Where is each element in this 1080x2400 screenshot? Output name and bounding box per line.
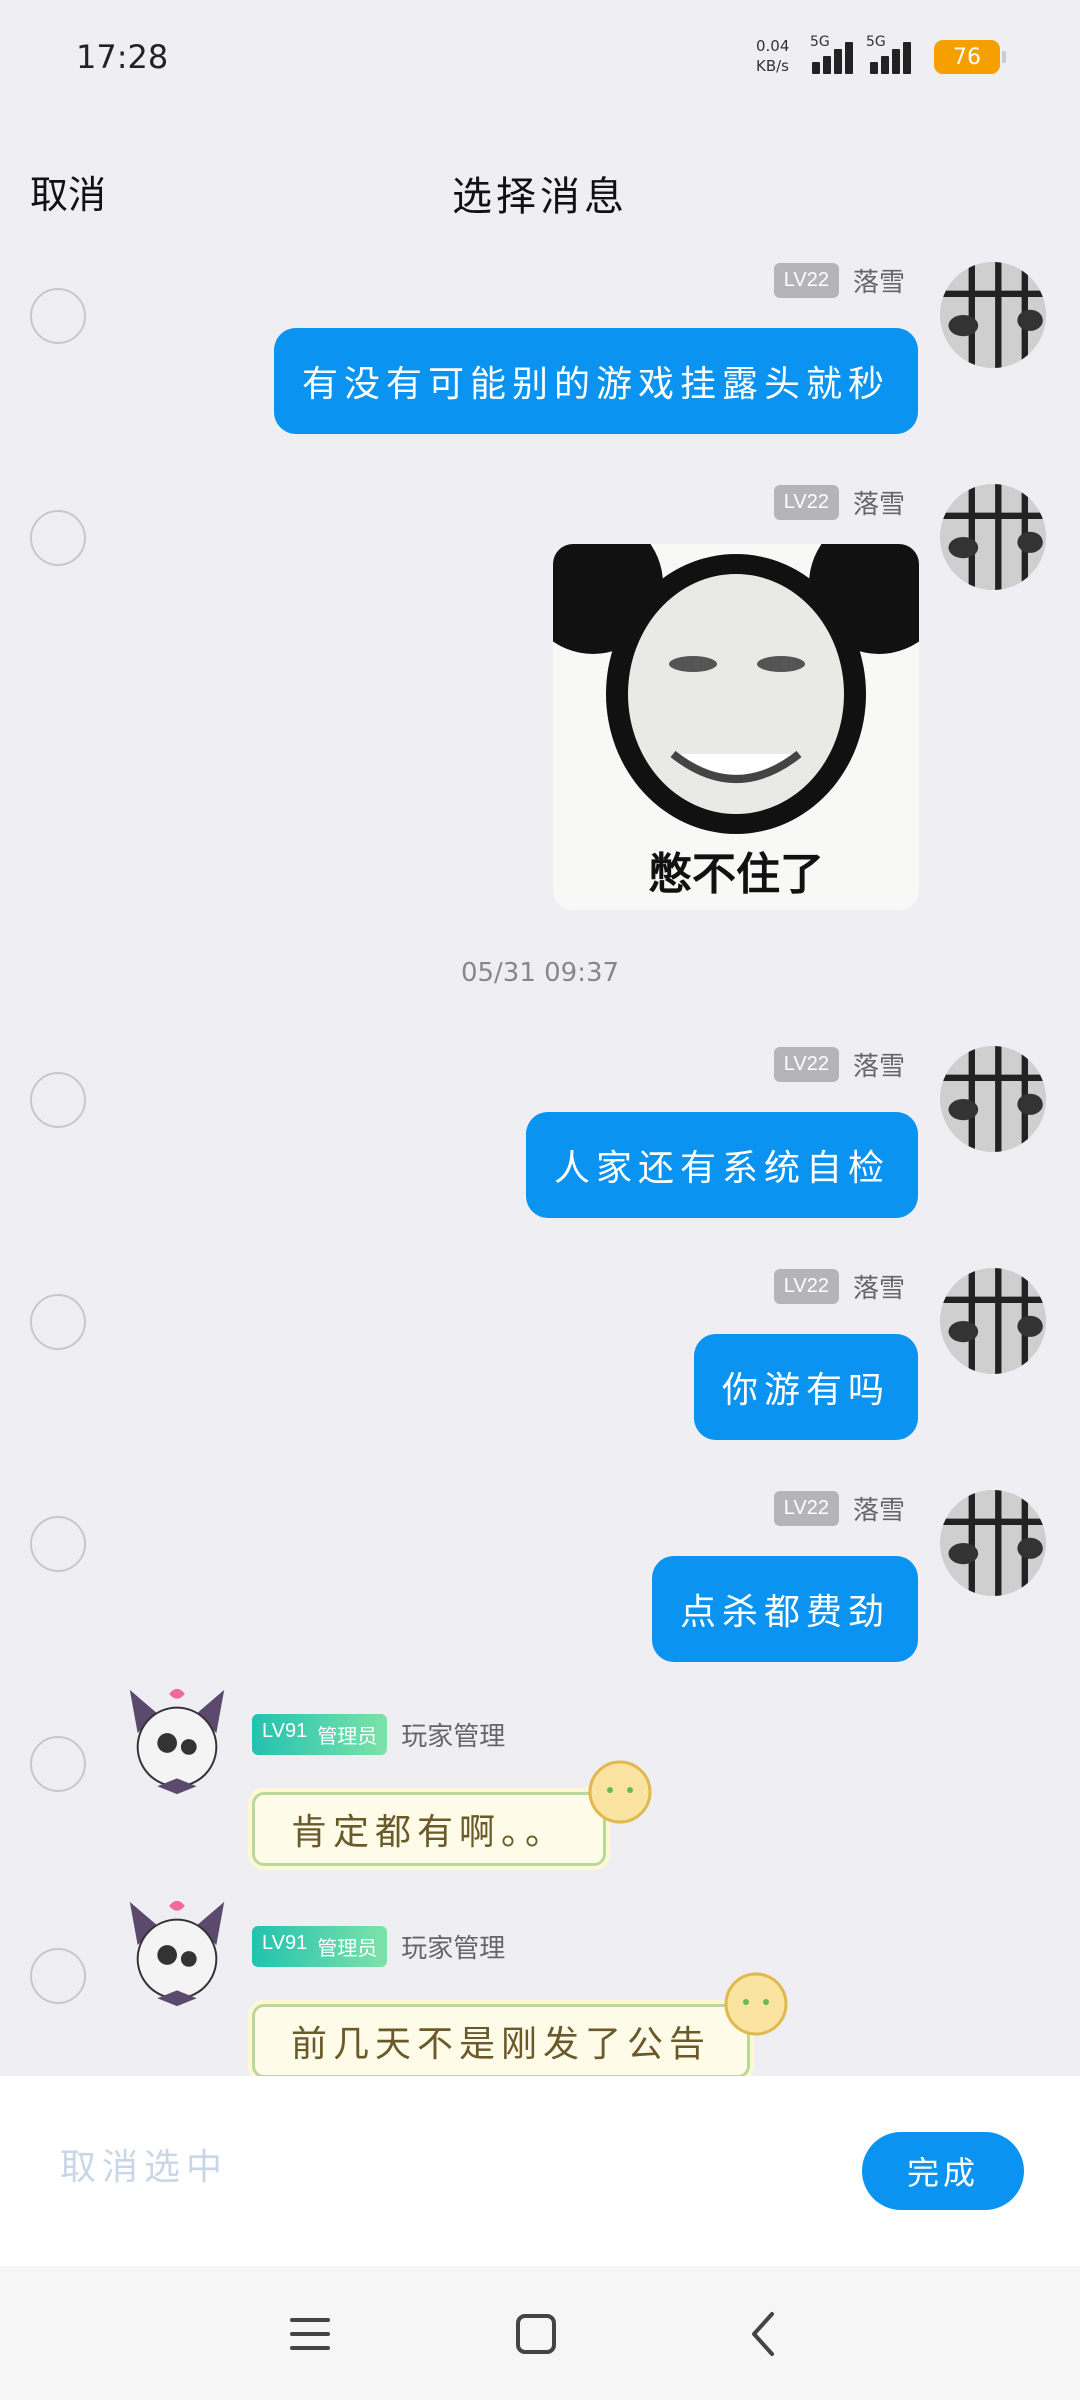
home-icon[interactable] — [508, 2306, 564, 2362]
level-badge: LV91 管理员 — [252, 1714, 388, 1755]
message-row[interactable]: LV91 管理员 玩家管理 前几天不是刚发了公告 — [0, 1896, 1080, 2076]
message-bubble[interactable]: 人家还有系统自检 — [525, 1112, 918, 1218]
sender-name: 落雪 — [852, 1496, 905, 1526]
message-bubble[interactable]: 肯定都有啊。。 — [252, 1792, 607, 1866]
status-bar: 17:28 0.04 KB/s 5G 5G 76 — [0, 0, 1080, 120]
sender-name: 落雪 — [852, 490, 905, 520]
cat-sticker-icon — [588, 1760, 652, 1824]
page-title: 选择消息 — [452, 174, 628, 220]
sender-name: 落雪 — [852, 1274, 905, 1304]
message-bubble[interactable]: 点杀都费劲 — [651, 1556, 918, 1662]
level-badge: LV22 — [773, 1491, 839, 1526]
avatar[interactable] — [118, 1684, 236, 1802]
select-radio[interactable] — [30, 1516, 86, 1572]
sticker-caption: 憋不住了 — [648, 849, 824, 900]
select-radio[interactable] — [30, 510, 86, 566]
level-badge: LV22 — [773, 263, 839, 298]
signal-icon: 5G — [810, 34, 858, 74]
message-bubble[interactable]: 有没有可能别的游戏挂露头就秒 — [273, 328, 918, 434]
avatar[interactable] — [940, 262, 1046, 368]
select-radio[interactable] — [30, 1948, 86, 2004]
level-badge: LV22 — [773, 1047, 839, 1082]
sticker-image[interactable]: 憋不住了 — [553, 544, 919, 910]
cat-sticker-icon — [724, 1972, 788, 2036]
sender-name: 落雪 — [852, 1052, 905, 1082]
menu-icon[interactable] — [282, 2306, 338, 2362]
level-badge: LV22 — [773, 485, 839, 520]
message-bubble[interactable]: 前几天不是刚发了公告 — [252, 2004, 751, 2076]
navigation-bar — [0, 2266, 1080, 2400]
avatar[interactable] — [940, 484, 1046, 590]
level-badge: LV22 — [773, 1269, 839, 1304]
sender-name: 落雪 — [852, 268, 905, 298]
select-radio[interactable] — [30, 288, 86, 344]
network-speed: 0.04 KB/s — [756, 37, 790, 75]
done-button[interactable]: 完成 — [862, 2132, 1024, 2210]
signal-icon: 5G — [866, 34, 914, 74]
header: 取消 选择消息 — [0, 150, 1080, 230]
sender-name: 玩家管理 — [401, 1934, 506, 1964]
select-radio[interactable] — [30, 1072, 86, 1128]
select-radio[interactable] — [30, 1294, 86, 1350]
avatar[interactable] — [940, 1046, 1046, 1152]
select-radio[interactable] — [30, 1736, 86, 1792]
timestamp: 05/31 09:37 — [460, 958, 620, 988]
battery-icon: 76 — [934, 40, 1006, 74]
unselect-button[interactable]: 取消选中 — [60, 2138, 228, 2190]
avatar[interactable] — [940, 1268, 1046, 1374]
avatar[interactable] — [118, 1896, 236, 2014]
back-icon[interactable] — [736, 2306, 792, 2362]
status-time: 17:28 — [76, 38, 169, 76]
message-bubble[interactable]: 你游有吗 — [693, 1334, 918, 1440]
level-badge: LV91 管理员 — [252, 1926, 388, 1967]
avatar[interactable] — [940, 1490, 1046, 1596]
sender-name: 玩家管理 — [401, 1722, 506, 1752]
action-bar: 取消选中 完成 — [0, 2076, 1080, 2266]
